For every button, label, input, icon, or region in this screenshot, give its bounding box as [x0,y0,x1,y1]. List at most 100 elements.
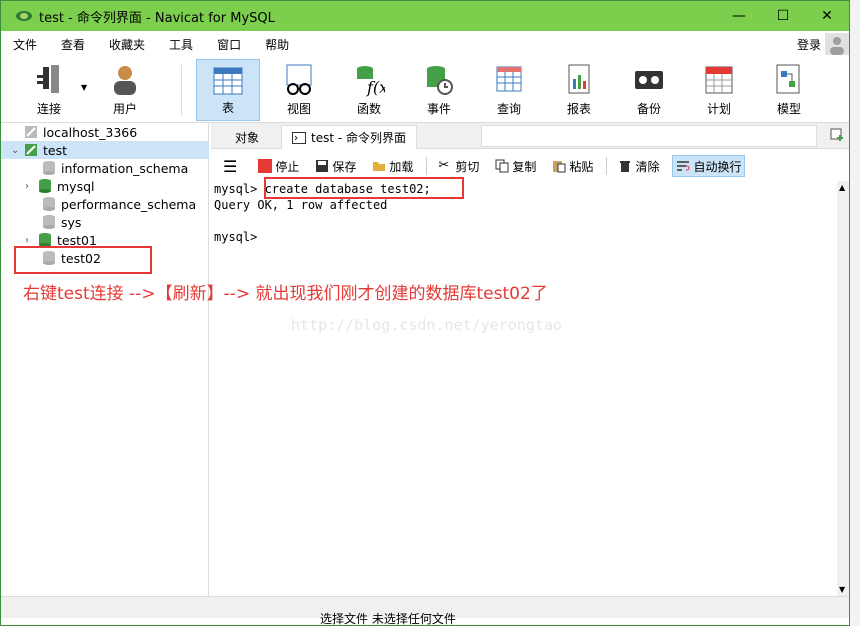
toolbar-label: 报表 [566,102,591,116]
toolbar-function-button[interactable]: f(x) 函数 [337,59,401,121]
tree-db-mysql[interactable]: › mysql [25,177,95,195]
wrap-label: 自动换行 [693,159,742,174]
toolbar-model-button[interactable]: 模型 [757,59,821,121]
view-icon [286,64,312,95]
menu-help[interactable]: 帮助 [253,36,301,53]
main-toolbar: 连接 ▼ 用户 表 视图 f(x) 函数 事件 查询 报表 [1,57,849,123]
window-title: test - 命令列界面 - Navicat for MySQL [39,10,275,26]
trash-icon [620,161,631,172]
toolbar-query-button[interactable]: 查询 [477,59,541,121]
tree-db-sys[interactable]: sys [41,213,81,231]
tab-console-label: test - 命令列界面 [311,131,407,145]
chevron-down-icon[interactable]: ⌄ [11,145,23,156]
cut-button[interactable]: ✂ 剪切 [435,155,482,177]
tab-bar: 对象 test - 命令列界面 [211,123,849,149]
tree-label: performance_schema [61,196,197,212]
copy-button[interactable]: 复制 [492,155,539,177]
save-button[interactable]: 保存 [312,155,359,177]
toolbar-separator [181,65,182,115]
stop-label: 停止 [275,159,300,174]
toolbar-label: 事件 [426,102,451,116]
tree-connection-localhost[interactable]: localhost_3366 [11,123,137,141]
toolbar-backup-button[interactable]: 备份 [617,59,681,121]
login-link[interactable]: 登录 [797,36,821,53]
toolbar-label: 模型 [776,102,801,116]
toolbar-report-button[interactable]: 报表 [547,59,611,121]
menu-favorites[interactable]: 收藏夹 [97,36,157,53]
toolbar-connect-button[interactable]: 连接 [17,59,81,121]
console-output[interactable]: mysql> create database test02; Query OK,… [211,177,837,596]
save-icon [316,160,329,172]
toolbar-separator [426,157,428,175]
database-icon [43,197,55,211]
avatar-icon[interactable] [825,33,849,55]
tree-db-information-schema[interactable]: information_schema [41,159,188,177]
dropdown-arrow-icon[interactable]: ▼ [81,83,87,92]
title-bar[interactable]: test - 命令列界面 - Navicat for MySQL — ☐ ✕ [1,1,849,31]
vertical-scrollbar[interactable]: ▲ ▼ [837,181,849,596]
clear-button[interactable]: 清除 [615,155,662,177]
tree-db-performance-schema[interactable]: performance_schema [41,195,196,213]
backup-icon [635,71,663,89]
calendar-icon [705,66,733,94]
tree-label: sys [61,214,82,230]
toolbar-user-button[interactable]: 用户 [93,59,157,121]
toolbar-view-button[interactable]: 视图 [267,59,331,121]
report-icon [568,64,590,94]
svg-text:f(x): f(x) [366,78,385,97]
paste-button[interactable]: 粘贴 [549,155,596,177]
background-strip [850,0,860,626]
toolbar-label: 函数 [356,102,381,116]
scissors-icon: ✂ [438,158,450,173]
menu-file[interactable]: 文件 [1,36,49,53]
toolbar-label: 表 [221,101,234,115]
connection-tree: localhost_3366 ⌄ test information_schema… [1,123,209,596]
wrap-icon [677,161,690,171]
chevron-right-icon[interactable]: › [25,181,37,192]
close-button[interactable]: ✕ [805,1,849,31]
new-tab-icon[interactable] [829,127,845,143]
menu-window[interactable]: 窗口 [205,36,253,53]
toolbar-label: 连接 [36,102,61,116]
tab-objects[interactable]: 对象 [225,125,269,149]
word-wrap-toggle[interactable]: 自动换行 [672,155,746,177]
stop-icon [258,159,273,173]
tab-console[interactable]: test - 命令列界面 [281,125,418,149]
copy-icon [495,159,509,173]
event-icon [427,66,453,95]
menu-tools[interactable]: 工具 [157,36,205,53]
annotation-text: 右键test连接 -->【刷新】--> 就出现我们刚才创建的数据库test02了 [23,284,548,304]
connection-icon [25,126,37,138]
tree-connection-test[interactable]: ⌄ test [1,141,209,159]
console-icon [292,131,306,144]
paste-label: 粘贴 [569,159,594,174]
stop-button[interactable]: 停止 [255,155,302,177]
highlight-box-test02 [14,246,152,274]
connection-icon [25,144,37,156]
highlight-box-command [264,177,464,199]
scroll-up-icon[interactable]: ▲ [839,183,845,192]
hamburger-menu-icon[interactable]: ☰ [223,157,237,176]
function-icon: f(x) [357,66,385,97]
chevron-right-icon[interactable]: › [25,235,37,246]
toolbar-event-button[interactable]: 事件 [407,59,471,121]
toolbar-label: 查询 [496,102,521,116]
model-icon [776,64,800,94]
query-icon [496,66,522,92]
menu-view[interactable]: 查看 [49,36,97,53]
navicat-window: test - 命令列界面 - Navicat for MySQL — ☐ ✕ 文… [0,0,850,626]
navicat-logo-icon [16,11,32,21]
toolbar-label: 用户 [112,102,137,116]
toolbar-schedule-button[interactable]: 计划 [687,59,751,121]
minimize-button[interactable]: — [717,1,761,31]
maximize-button[interactable]: ☐ [761,1,805,31]
tree-label: test [43,142,68,158]
paste-icon [553,161,566,173]
console-prompt: mysql> [214,182,265,196]
toolbar-label: 备份 [636,102,661,116]
toolbar-table-button[interactable]: 表 [196,59,260,121]
scroll-down-icon[interactable]: ▼ [839,585,845,594]
load-button[interactable]: 加载 [369,155,416,177]
database-icon [43,215,55,229]
watermark: http://blog.csdn.net/yerongtao [291,316,562,334]
